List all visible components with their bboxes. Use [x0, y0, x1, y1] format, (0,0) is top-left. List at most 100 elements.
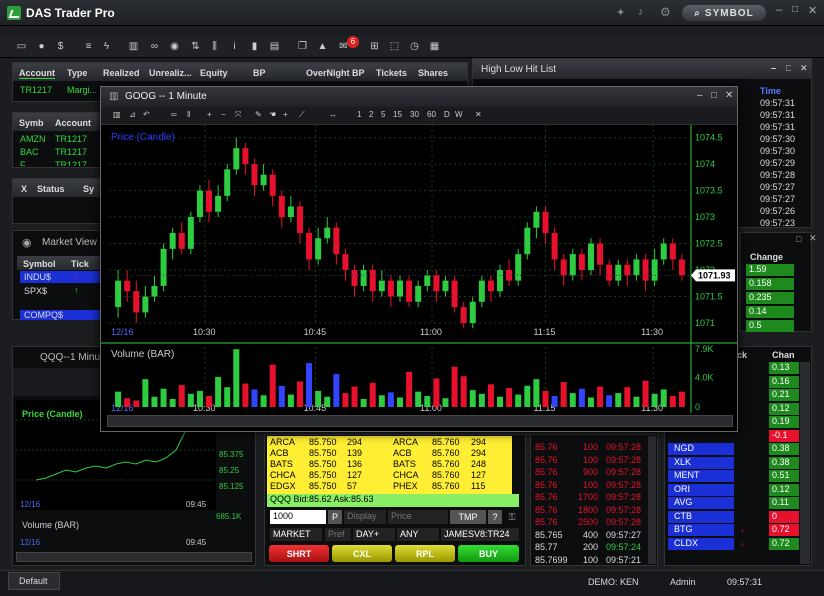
symbol-search-button[interactable]: ⌕ SYMBOL: [682, 5, 766, 21]
minimize-icon[interactable]: –: [771, 63, 776, 73]
top-list-symbol[interactable]: BTG: [668, 524, 734, 536]
close-icon[interactable]: ✕: [808, 4, 817, 17]
change-header[interactable]: Change: [750, 252, 783, 262]
change-cell[interactable]: 1.59: [746, 264, 794, 276]
close-icon[interactable]: ✕: [800, 63, 808, 74]
grid-icon[interactable]: ▦: [429, 41, 440, 52]
bid-price[interactable]: 85.750: [309, 437, 337, 447]
ask-exchange[interactable]: BATS: [393, 459, 416, 469]
zoom-in-icon[interactable]: +: [207, 110, 212, 119]
tif-select[interactable]: DAY+: [353, 528, 395, 541]
mini-scrollbar[interactable]: [16, 552, 252, 562]
col-symbol[interactable]: Sy: [83, 184, 94, 194]
minimize-icon[interactable]: –: [697, 90, 703, 101]
pencil-icon[interactable]: ✎: [255, 110, 262, 119]
chart-scrollbar[interactable]: [107, 415, 733, 427]
maximize-icon[interactable]: □: [786, 63, 791, 73]
dollar-icon[interactable]: $: [55, 41, 66, 52]
minimize-icon[interactable]: □: [796, 234, 801, 244]
pref-input[interactable]: Pref: [325, 528, 351, 541]
doc-icon[interactable]: ▤: [269, 41, 280, 52]
interval-1[interactable]: 1: [357, 110, 361, 119]
top-list-scrollbar[interactable]: [800, 362, 810, 564]
position-symbol[interactable]: F: [20, 160, 26, 166]
change-cell[interactable]: 0.158: [746, 278, 794, 290]
interval-5[interactable]: 5: [381, 110, 385, 119]
col-symbol[interactable]: Symbol: [23, 259, 56, 269]
ask-price[interactable]: 85.760: [432, 448, 460, 458]
fit-icon[interactable]: ⤧: [235, 110, 241, 120]
layout-tab-default[interactable]: Default: [8, 572, 60, 590]
window-icon[interactable]: ▭: [16, 41, 27, 52]
col-account[interactable]: Account: [19, 68, 55, 79]
time-sales-scrollbar[interactable]: [648, 436, 656, 564]
settings-icon[interactable]: ⚙: [660, 5, 671, 19]
quantity-input[interactable]: 1000: [270, 510, 326, 524]
display-input[interactable]: Display: [344, 510, 386, 524]
top-list-symbol[interactable]: NGD: [668, 443, 734, 455]
col-change[interactable]: Chan: [772, 350, 795, 360]
interval-30[interactable]: 30: [410, 110, 419, 119]
col-tickets[interactable]: Tickets: [376, 68, 407, 78]
ask-price[interactable]: 85.760: [432, 459, 460, 469]
bid-price[interactable]: 85.750: [309, 470, 337, 480]
change-cell[interactable]: 0.235: [746, 292, 794, 304]
ask-price[interactable]: 85.760: [432, 470, 460, 480]
account-select[interactable]: JAMESV8:TR24: [441, 528, 519, 541]
interval-60[interactable]: 60: [427, 110, 436, 119]
close-icon[interactable]: ✕: [475, 110, 482, 119]
twitter-icon[interactable]: ✦: [616, 6, 625, 19]
change-cell[interactable]: 0.5: [746, 320, 794, 332]
chart-icon[interactable]: ▥: [128, 41, 139, 52]
col-overnight-bp[interactable]: OverNight BP: [306, 68, 365, 78]
bid-price[interactable]: 85.750: [309, 459, 337, 469]
bid-exchange[interactable]: CHCA: [270, 470, 296, 480]
bid-exchange[interactable]: BATS: [270, 459, 293, 469]
col-equity[interactable]: Equity: [200, 68, 228, 78]
tmp-button[interactable]: TMP: [450, 510, 486, 524]
dashed-box-icon[interactable]: ⬚: [389, 41, 400, 52]
interval-15[interactable]: 15: [393, 110, 402, 119]
interval-week[interactable]: W: [455, 110, 463, 119]
col-cancel[interactable]: X: [21, 184, 27, 194]
info-icon[interactable]: i: [229, 41, 240, 52]
clock-icon[interactable]: ◷: [409, 41, 420, 52]
time-header[interactable]: Time: [760, 86, 781, 96]
lock-icon[interactable]: ⚿: [505, 510, 519, 524]
minimize-icon[interactable]: –: [776, 4, 782, 16]
col-account[interactable]: Account: [55, 118, 91, 128]
bid-exchange[interactable]: ACB: [270, 448, 289, 458]
vline-icon[interactable]: ‖: [187, 110, 190, 119]
col-status[interactable]: Status: [37, 184, 65, 194]
route-select[interactable]: ANY: [397, 528, 439, 541]
col-tick[interactable]: ck: [737, 350, 747, 360]
market-symbol[interactable]: SPX$: [24, 286, 47, 296]
change-cell[interactable]: 0.14: [746, 306, 794, 318]
study-icon[interactable]: ⊿: [129, 110, 136, 119]
columns-icon[interactable]: ⫼: [209, 41, 220, 52]
price-input[interactable]: Price: [388, 510, 448, 524]
bid-exchange[interactable]: ARCA: [270, 437, 295, 447]
ask-exchange[interactable]: PHEX: [393, 481, 418, 491]
sound-icon[interactable]: ♪: [638, 6, 644, 18]
cancel-button[interactable]: CXL: [332, 545, 392, 562]
top-list-symbol[interactable]: ORI: [668, 483, 734, 496]
help-icon[interactable]: ?: [488, 510, 502, 524]
hand-icon[interactable]: ☚: [269, 110, 276, 119]
price-type-button[interactable]: P: [328, 510, 342, 524]
market-row[interactable]: COMPQ$: [20, 310, 100, 320]
col-symbol[interactable]: Symb: [19, 118, 44, 128]
buy-button[interactable]: BUY: [458, 545, 519, 562]
zoom-out-icon[interactable]: −: [221, 110, 226, 119]
alert-icon[interactable]: ▲: [317, 41, 328, 52]
ask-exchange[interactable]: ACB: [393, 448, 412, 458]
copy-icon[interactable]: ❐: [297, 41, 308, 52]
position-symbol[interactable]: BAC: [20, 147, 39, 157]
sort-icon[interactable]: ⇅: [190, 41, 201, 52]
account-id[interactable]: TR1217: [20, 85, 52, 95]
col-realized[interactable]: Realized: [103, 68, 140, 78]
bars-icon[interactable]: ▮: [249, 41, 260, 52]
close-icon[interactable]: ✕: [809, 233, 817, 244]
bid-price[interactable]: 85.750: [309, 448, 337, 458]
trendline-icon[interactable]: ⟋: [299, 110, 305, 120]
